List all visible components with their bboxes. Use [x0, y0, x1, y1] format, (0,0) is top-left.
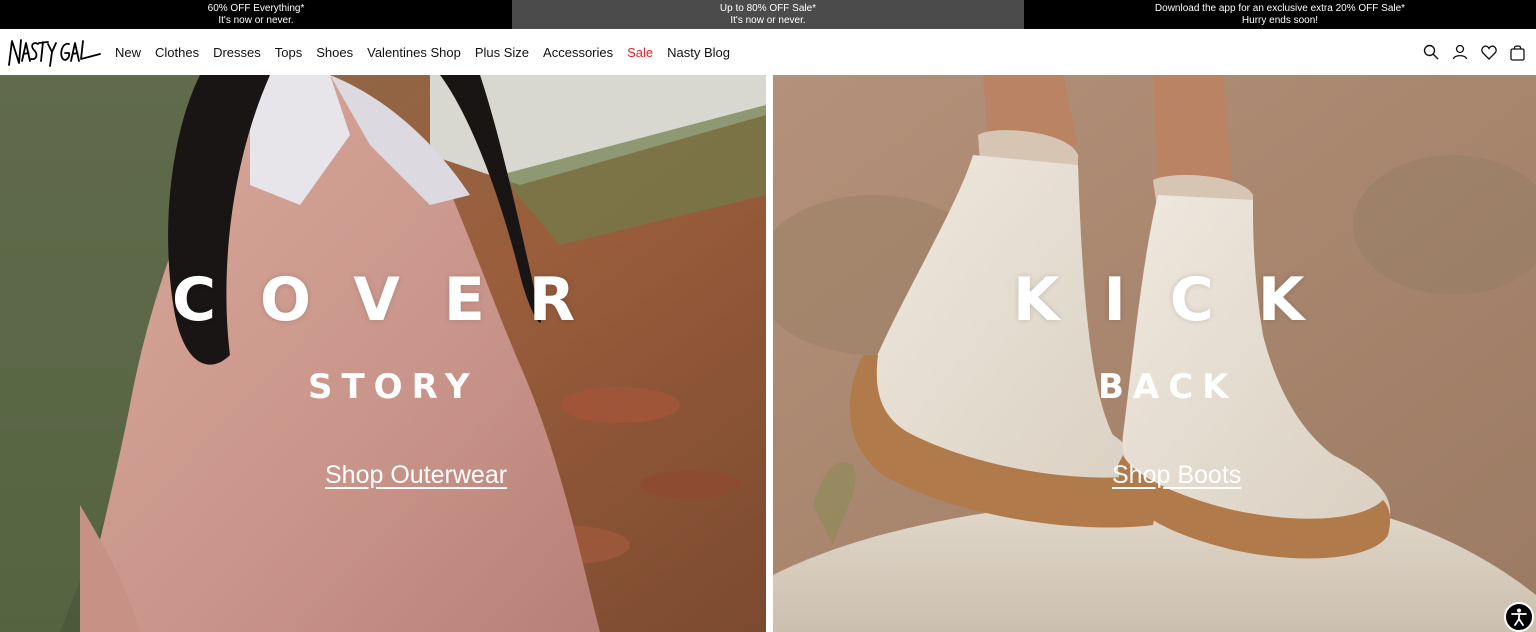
promo-line2: Hurry ends soon!	[1241, 14, 1319, 26]
nav-item-dresses[interactable]: Dresses	[213, 45, 261, 60]
shop-boots-link[interactable]: Shop Boots	[1112, 461, 1241, 490]
hero-headline: COVER	[172, 265, 620, 335]
promo-item-sale[interactable]: Up to 80% OFF Sale* It's now or never.	[512, 0, 1024, 29]
hero-boots[interactable]: KICK BACK Shop Boots	[773, 75, 1536, 632]
hero-boots-photo	[773, 75, 1536, 632]
nav-item-nasty-blog[interactable]: Nasty Blog	[667, 45, 730, 60]
nav-item-plus-size[interactable]: Plus Size	[475, 45, 529, 60]
hero-outerwear[interactable]: COVER STORY Shop Outerwear	[0, 75, 766, 632]
promo-line2: It's now or never.	[218, 14, 294, 26]
main-nav: New Clothes Dresses Tops Shoes Valentine…	[115, 29, 744, 75]
header-actions	[1422, 29, 1526, 75]
promo-item-everything[interactable]: 60% OFF Everything* It's now or never.	[0, 0, 512, 29]
bag-icon[interactable]	[1509, 44, 1526, 61]
site-header: New Clothes Dresses Tops Shoes Valentine…	[0, 29, 1536, 75]
hero-subhead: BACK	[1098, 367, 1238, 407]
promo-line1: Download the app for an exclusive extra …	[1154, 2, 1406, 14]
nasty-gal-logo-icon	[8, 39, 101, 67]
nav-item-accessories[interactable]: Accessories	[543, 45, 613, 60]
wishlist-heart-icon[interactable]	[1480, 44, 1497, 61]
account-icon[interactable]	[1451, 44, 1468, 61]
nav-item-clothes[interactable]: Clothes	[155, 45, 199, 60]
nav-item-tops[interactable]: Tops	[275, 45, 302, 60]
hero-headline: KICK	[1013, 265, 1349, 335]
shop-outerwear-link[interactable]: Shop Outerwear	[325, 461, 507, 490]
nav-item-valentines-shop[interactable]: Valentines Shop	[367, 45, 461, 60]
brand-logo[interactable]	[7, 35, 102, 69]
accessibility-icon[interactable]	[1504, 602, 1534, 632]
hero-subhead: STORY	[308, 367, 479, 407]
nav-item-shoes[interactable]: Shoes	[316, 45, 353, 60]
promo-line2: It's now or never.	[730, 14, 806, 26]
nav-item-sale[interactable]: Sale	[627, 45, 653, 60]
search-icon[interactable]	[1422, 44, 1439, 61]
promo-line1: Up to 80% OFF Sale*	[719, 2, 817, 14]
promo-item-app[interactable]: Download the app for an exclusive extra …	[1024, 0, 1536, 29]
hero-outerwear-photo	[0, 75, 766, 632]
hero-divider	[766, 75, 773, 632]
promo-line1: 60% OFF Everything*	[207, 2, 305, 14]
promo-bar: 60% OFF Everything* It's now or never. U…	[0, 0, 1536, 29]
nav-item-new[interactable]: New	[115, 45, 141, 60]
